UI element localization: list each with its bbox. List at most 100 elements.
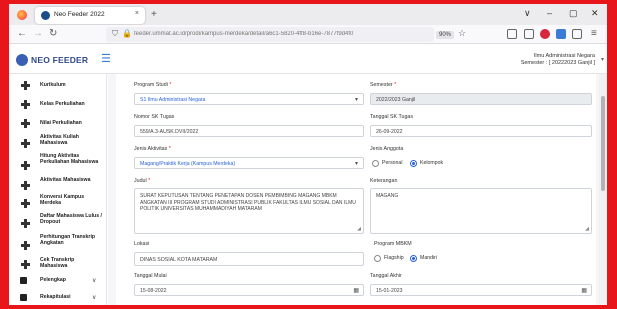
new-tab-button[interactable]: + <box>151 9 157 20</box>
radio-personal-label: Personal <box>382 160 403 166</box>
url-bar[interactable]: ⛉ 🔒 feeder.ummat.ac.id/prodi/kampus-merd… <box>106 27 466 42</box>
user-name[interactable]: Ilmu Administrasi Negara <box>534 53 595 59</box>
tanggal-akhir-value: 15-01-2023 <box>376 288 403 294</box>
nomor-sk-value: 559/A.3-AUSK.DVII/2022 <box>140 129 199 135</box>
jenis-aktivitas-select[interactable]: Magang/Praktik Kerja (Kampus Merdeka) ▾ <box>134 157 364 169</box>
move-icon <box>21 119 30 128</box>
scrollbar-thumb[interactable] <box>601 96 605 191</box>
app-header: NEO FEEDER ☰ Ilmu Administrasi Negara Se… <box>9 44 607 74</box>
move-icon <box>21 181 30 190</box>
extensions-icon[interactable] <box>572 29 582 39</box>
pocket-icon[interactable] <box>507 29 517 39</box>
move-icon <box>21 139 30 148</box>
sidebar: Kurikulum Kelas Perkuliahan Nilai Perkul… <box>9 74 107 305</box>
resize-grip-icon[interactable]: ◢ <box>357 226 361 232</box>
sidebar-item-label: Cek Transkrip Mahasiswa <box>40 257 75 269</box>
tab-title: Neo Feeder 2022 <box>54 11 105 18</box>
sidebar-item-label: Aktivitas Kuliah Mahasiswa <box>40 134 79 146</box>
user-semester: Semester : [ 20222023 Ganjil ] <box>520 60 595 66</box>
keterangan-value: MAGANG <box>376 193 399 199</box>
tab-favicon-icon <box>41 11 50 20</box>
extension-blue-icon[interactable] <box>556 29 566 39</box>
forward-icon[interactable]: → <box>33 28 43 39</box>
program-mbkm-label: Program MBKM <box>374 241 412 247</box>
back-icon[interactable]: ← <box>17 28 27 39</box>
sidebar-item-label: Kelas Perkuliahan <box>40 101 85 107</box>
sidebar-item-label: Konversi Kampus Merdeka <box>40 194 85 206</box>
tanggal-akhir-input[interactable]: 15-01-2023 ▦ <box>370 284 592 296</box>
sidebar-item-label: Aktivitas Mahasiswa <box>40 177 91 183</box>
move-icon <box>21 81 30 90</box>
sidebar-item-label: Hitung Aktivitas Perkuliahan Mahasiswa <box>40 153 99 165</box>
lokasi-label: Lokasi <box>134 241 150 247</box>
judul-label: Judul * <box>134 178 151 184</box>
tab-list-button[interactable]: ∨ <box>524 8 531 19</box>
calendar-icon[interactable]: ▦ <box>353 287 359 294</box>
sidebar-item-label: Daftar Mahasiswa Lulus / Dropout <box>40 213 102 225</box>
browser-tab[interactable]: Neo Feeder 2022 × <box>35 7 145 24</box>
nomor-sk-input[interactable]: 559/A.3-AUSK.DVII/2022 <box>134 125 364 137</box>
keterangan-label: Keterangan <box>370 178 398 184</box>
zoom-level[interactable]: 90% <box>436 31 455 39</box>
program-studi-value: S1 Ilmu Administrasi Negara <box>140 97 206 103</box>
downloads-icon[interactable] <box>524 29 534 39</box>
folder-icon <box>20 294 27 301</box>
tanggal-sk-input[interactable]: 26-09-2022 <box>370 125 592 137</box>
lokasi-input[interactable]: DINAS SOSIAL KOTA MATARAM <box>134 252 364 266</box>
user-dropdown-icon[interactable]: ▾ <box>601 56 604 63</box>
radio-flagship[interactable] <box>374 255 381 262</box>
program-studi-label: Program Studi * <box>134 82 172 88</box>
neo-feeder-logo-icon <box>16 54 28 66</box>
tab-close-icon[interactable]: × <box>135 10 139 17</box>
move-icon <box>21 260 30 269</box>
browser-window: Neo Feeder 2022 × + ∨ – ▢ ✕ ← → ↻ ⛉ 🔒 fe… <box>9 4 607 305</box>
lock-icon: 🔒 <box>122 29 132 38</box>
menu-icon[interactable]: ≡ <box>591 28 597 39</box>
jenis-aktivitas-value: Magang/Praktik Kerja (Kampus Merdeka) <box>140 161 236 167</box>
keterangan-textarea[interactable]: MAGANG ◢ <box>370 188 592 234</box>
judul-value: SURAT KEPUTUSAN TENTANG PENETAPAN DOSEN … <box>140 193 356 213</box>
shield-icon: ⛉ <box>112 29 118 38</box>
chevron-down-icon: ▾ <box>354 161 358 167</box>
app-logo-text: NEO FEEDER <box>31 55 89 65</box>
browser-titlebar: Neo Feeder 2022 × + ∨ – ▢ ✕ <box>9 4 607 25</box>
tanggal-sk-label: Tanggal SK Tugas <box>370 114 413 120</box>
main-content: Program Studi * S1 Ilmu Administrasi Neg… <box>108 74 607 305</box>
move-icon <box>21 100 30 109</box>
sidebar-item-label: Kurikulum <box>40 82 66 88</box>
page-scrollbar[interactable] <box>599 74 607 305</box>
radio-mandiri-label: Mandiri <box>420 255 438 261</box>
sidebar-item-label: Perhitungan Transkrip Angkatan <box>40 234 96 246</box>
tanggal-mulai-input[interactable]: 15-08-2022 ▦ <box>134 284 364 296</box>
program-studi-select[interactable]: S1 Ilmu Administrasi Negara ▾ <box>134 93 364 105</box>
move-icon <box>21 241 30 250</box>
radio-flagship-label: Flagship <box>384 255 404 261</box>
semester-label: Semester * <box>370 82 397 88</box>
close-window-button[interactable]: ✕ <box>591 8 599 19</box>
tanggal-akhir-label: Tanggal Akhir <box>370 273 402 279</box>
radio-mandiri[interactable] <box>410 255 417 262</box>
bookmark-star-icon[interactable]: ☆ <box>458 28 466 39</box>
tanggal-sk-value: 26-09-2022 <box>376 129 403 135</box>
chevron-down-icon: ∨ <box>92 295 97 301</box>
jenis-aktivitas-label: Jenis Aktivitas * <box>134 146 171 152</box>
radio-personal[interactable] <box>372 160 379 167</box>
resize-grip-icon[interactable]: ◢ <box>585 226 589 232</box>
radio-kelompok[interactable] <box>410 160 417 167</box>
minimize-button[interactable]: – <box>547 8 552 18</box>
move-icon <box>21 219 30 228</box>
url-text: feeder.ummat.ac.id/prodi/kampus-merdeka/… <box>134 31 354 37</box>
judul-textarea[interactable]: SURAT KEPUTUSAN TENTANG PENETAPAN DOSEN … <box>134 188 364 234</box>
folder-icon <box>20 277 27 284</box>
browser-navbar: ← → ↻ ⛉ 🔒 feeder.ummat.ac.id/prodi/kampu… <box>9 25 607 44</box>
nomor-sk-label: Nomor SK Tugas <box>134 114 175 120</box>
move-icon <box>21 199 30 208</box>
sidebar-toggle-icon[interactable]: ☰ <box>101 52 111 65</box>
semester-value: 2022/2023 Ganjil <box>376 97 416 103</box>
reload-icon[interactable]: ↻ <box>49 28 57 39</box>
lokasi-value: DINAS SOSIAL KOTA MATARAM <box>140 257 218 263</box>
maximize-button[interactable]: ▢ <box>569 8 578 19</box>
calendar-icon[interactable]: ▦ <box>581 287 587 294</box>
extension-red-icon[interactable] <box>540 29 550 39</box>
semester-field: 2022/2023 Ganjil <box>370 93 592 105</box>
